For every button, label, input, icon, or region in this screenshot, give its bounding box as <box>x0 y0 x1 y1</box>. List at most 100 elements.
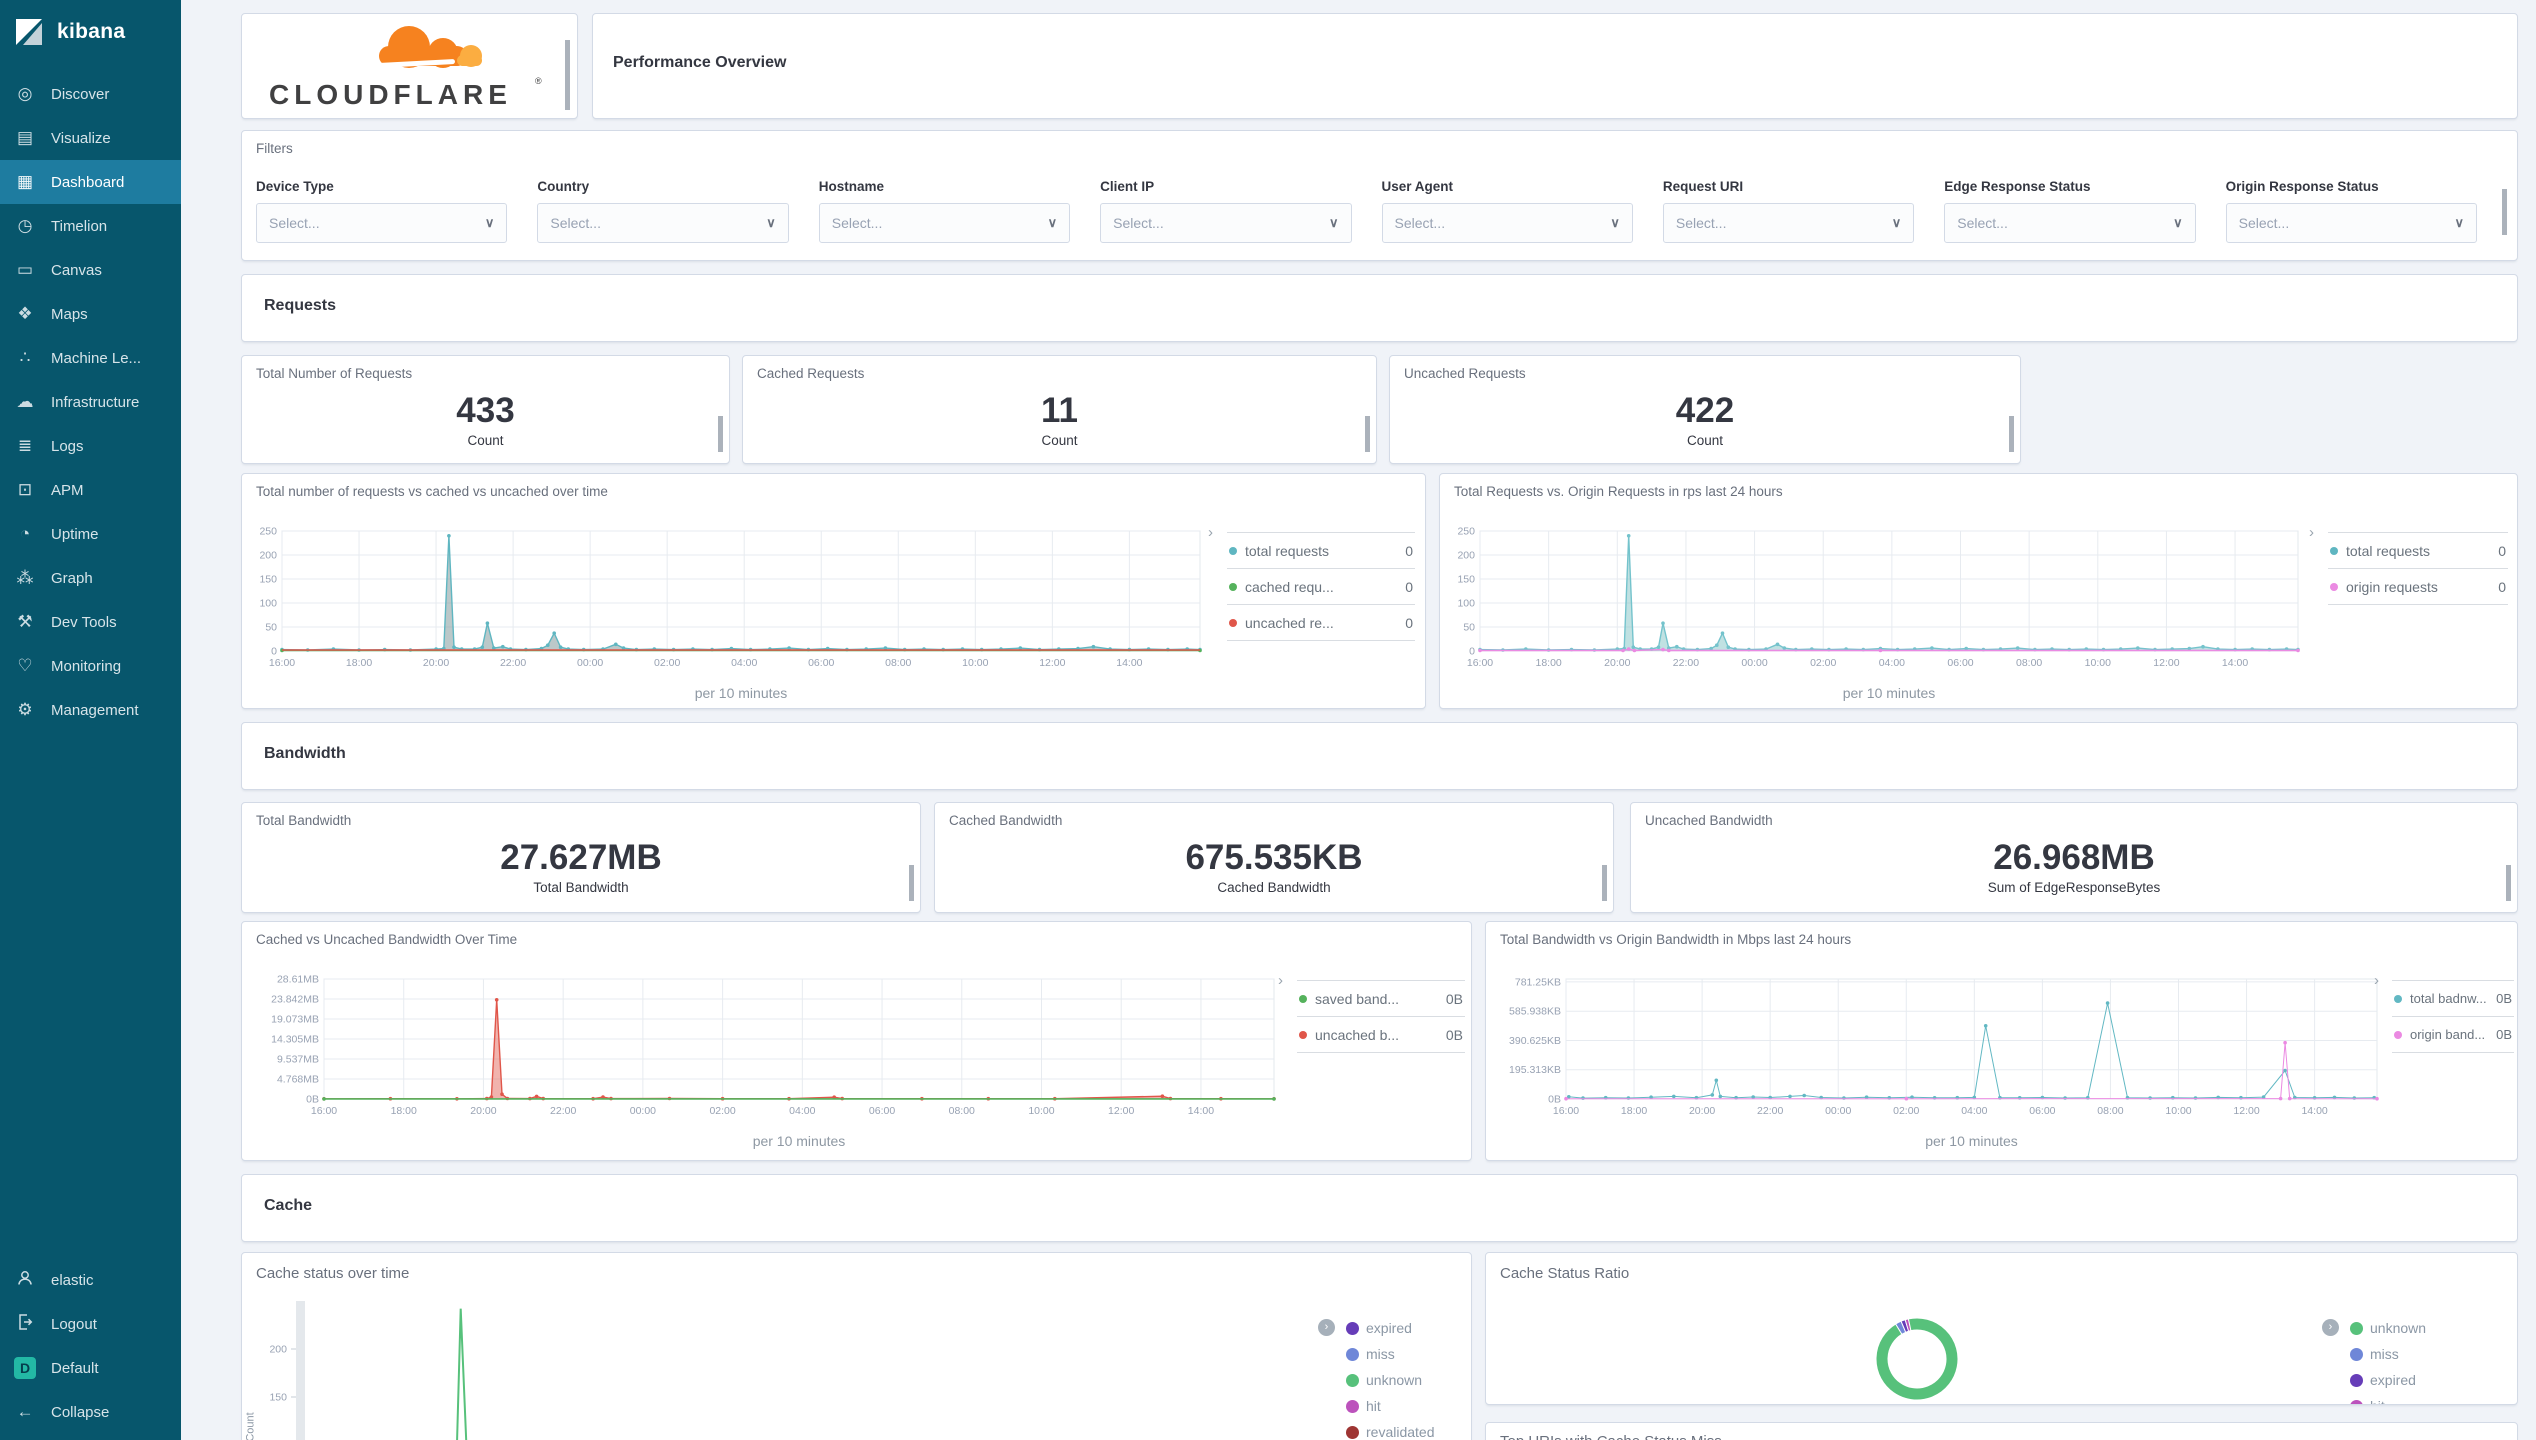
sidebar-item-canvas[interactable]: ▭ Canvas <box>0 248 181 292</box>
panel-scrollbar[interactable] <box>2506 865 2511 901</box>
legend-item-saved-band-[interactable]: saved band... 0B <box>1297 980 1465 1016</box>
legend-item-hit[interactable]: hit <box>1346 1393 1476 1419</box>
sidebar-item-dev-tools[interactable]: ⚒ Dev Tools <box>0 600 181 644</box>
panel-scrollbar[interactable] <box>1602 865 1607 901</box>
legend-value: 0 <box>2498 578 2506 595</box>
sidebar-item-user[interactable]: elastic <box>0 1258 181 1302</box>
legend-item-total-badnw-[interactable]: total badnw... 0B <box>2392 980 2514 1016</box>
sidebar-item-default-space[interactable]: D Default <box>0 1346 181 1390</box>
svg-text:per 10 minutes: per 10 minutes <box>1925 1133 2018 1149</box>
filter-select[interactable]: Select... ∨ <box>2225 203 2477 243</box>
filter-label: Client IP <box>1100 179 1155 194</box>
brand-name: kibana <box>57 20 126 43</box>
svg-text:200: 200 <box>1457 550 1475 562</box>
legend-toggle-icon[interactable]: › <box>2374 972 2379 989</box>
legend-item-origin-band-[interactable]: origin band... 0B <box>2392 1016 2514 1052</box>
legend-item-total-requests[interactable]: total requests 0 <box>2328 532 2508 568</box>
svg-text:0B: 0B <box>1548 1094 1561 1106</box>
sidebar-item-maps[interactable]: ❖ Maps <box>0 292 181 336</box>
legend-item-expired[interactable]: expired <box>1346 1315 1476 1341</box>
filter-label: Device Type <box>256 179 334 194</box>
metric-label: Sum of EdgeResponseBytes <box>1987 879 2161 895</box>
chart-title: Total number of requests vs cached vs un… <box>256 484 608 499</box>
legend-item-miss[interactable]: miss <box>2350 1341 2500 1367</box>
sidebar-item-collapse[interactable]: ← Collapse <box>0 1390 181 1434</box>
sidebar-item-uptime[interactable]: ◔ Uptime <box>0 512 181 556</box>
legend-toggle-icon[interactable]: › <box>1318 1319 1335 1336</box>
legend-item-miss[interactable]: miss <box>1346 1341 1476 1367</box>
legend-label: uncached re... <box>1245 614 1334 631</box>
donut-slice-unknown[interactable] <box>1875 1317 1959 1401</box>
filter-device-type: Device Type Select... ∨ <box>256 179 508 243</box>
filter-select[interactable]: Select... ∨ <box>1662 203 1915 243</box>
panel-scrollbar[interactable] <box>718 416 723 452</box>
panel-scrollbar[interactable] <box>2009 416 2014 452</box>
sidebar-item-infrastructure[interactable]: ☁ Infrastructure <box>0 380 181 424</box>
legend-value: 0 <box>1405 614 1413 631</box>
filter-select[interactable]: Select... ∨ <box>1100 203 1352 243</box>
chart-title: Cache Status Ratio <box>1500 1265 1630 1282</box>
cloudflare-logo-panel: CLOUDFLARE ® <box>241 13 578 119</box>
sidebar-item-discover[interactable]: ◎ Discover <box>0 72 181 116</box>
sidebar-item-dashboard[interactable]: ▦ Dashboard <box>0 160 181 204</box>
svg-text:CLOUDFLARE: CLOUDFLARE <box>269 79 512 110</box>
legend-toggle-icon[interactable]: › <box>1208 524 1213 541</box>
nav-item-icon: ≣ <box>17 436 33 455</box>
filter-select[interactable]: Select... ∨ <box>537 203 789 243</box>
legend-item-uncached-re-[interactable]: uncached re... 0 <box>1227 604 1415 640</box>
legend-toggle-icon[interactable]: › <box>2309 524 2314 541</box>
filter-select[interactable]: Select... ∨ <box>256 203 508 243</box>
filter-select-placeholder: Select... <box>1675 215 1727 231</box>
chart-canvas: 150 200 <box>269 1301 468 1440</box>
nav-item-icon: ◔ <box>19 524 31 543</box>
legend-dot-icon <box>1346 1399 1359 1413</box>
legend-item-expired[interactable]: expired <box>2350 1367 2500 1393</box>
legend-dot-icon <box>1299 994 1307 1003</box>
legend-item-hit[interactable]: hit <box>2350 1393 2500 1404</box>
filter-select[interactable]: Select... ∨ <box>1381 203 1633 243</box>
sidebar-item-logout[interactable]: Logout <box>0 1302 181 1346</box>
legend-item-unknown[interactable]: unknown <box>2350 1315 2500 1341</box>
sidebar-item-timelion[interactable]: ◷ Timelion <box>0 204 181 248</box>
legend-dot-icon <box>2350 1347 2363 1361</box>
legend-item-origin-requests[interactable]: origin requests 0 <box>2328 568 2508 604</box>
sidebar-item-apm[interactable]: ⊡ APM <box>0 468 181 512</box>
sidebar-item-graph[interactable]: ⁂ Graph <box>0 556 181 600</box>
legend-value: 0B <box>2496 1027 2512 1042</box>
legend-label: origin band... <box>2410 1027 2486 1042</box>
sidebar-item-logs[interactable]: ≣ Logs <box>0 424 181 468</box>
legend-dot-icon <box>2330 582 2338 591</box>
sidebar-item-machine-learning[interactable]: ∴ Machine Le... <box>0 336 181 380</box>
legend-toggle-icon[interactable]: › <box>2322 1319 2339 1336</box>
legend-label: total requests <box>2346 542 2431 559</box>
panel-scrollbar[interactable] <box>909 865 914 901</box>
svg-text:10:00: 10:00 <box>1028 1105 1054 1117</box>
sidebar-item-visualize[interactable]: ▤ Visualize <box>0 116 181 160</box>
legend-item-unknown[interactable]: unknown <box>1346 1367 1476 1393</box>
nav-item-label: Uptime <box>51 525 99 543</box>
legend-item-revalidated[interactable]: revalidated <box>1346 1419 1476 1440</box>
legend-item-total-requests[interactable]: total requests 0 <box>1227 532 1415 568</box>
legend-item-uncached-b-[interactable]: uncached b... 0B <box>1297 1016 1465 1052</box>
filter-country: Country Select... ∨ <box>537 179 789 243</box>
legend-dot-icon <box>2394 994 2402 1003</box>
nav-item-label: Machine Le... <box>51 349 142 367</box>
panel-scrollbar[interactable] <box>1365 416 1370 452</box>
svg-text:02:00: 02:00 <box>654 657 680 669</box>
nav-item-label: Infrastructure <box>51 393 140 411</box>
panel-scrollbar[interactable] <box>565 40 570 110</box>
panel-scrollbar[interactable] <box>2502 189 2507 235</box>
filter-select[interactable]: Select... ∨ <box>818 203 1071 243</box>
sidebar-item-monitoring[interactable]: ♡ Monitoring <box>0 644 181 688</box>
sidebar-item-management[interactable]: ⚙ Management <box>0 688 181 732</box>
user-label: elastic <box>51 1271 94 1289</box>
chart-title: Total Bandwidth vs Origin Bandwidth in M… <box>1500 932 1852 947</box>
series-unknown <box>456 1308 468 1440</box>
filters-panel: Filters Device Type Select... ∨ Country … <box>241 130 2518 261</box>
filter-label: Country <box>537 179 590 194</box>
legend-toggle-icon[interactable]: › <box>1278 972 1283 989</box>
filter-select[interactable]: Select... ∨ <box>1944 203 2196 243</box>
legend-item-cached-requ-[interactable]: cached requ... 0 <box>1227 568 1415 604</box>
metric-label: Count <box>1686 432 1724 448</box>
svg-text:12:00: 12:00 <box>1039 657 1065 669</box>
